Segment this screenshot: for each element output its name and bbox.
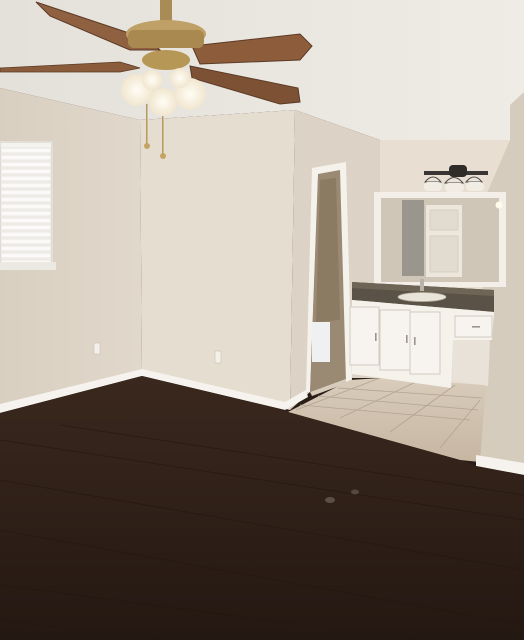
blind-slat <box>0 161 52 168</box>
floor-reflection-2 <box>351 489 359 495</box>
blind-slat <box>0 189 52 196</box>
room-photo <box>0 0 524 640</box>
blind-slat <box>0 210 52 217</box>
blind-slat <box>0 252 52 259</box>
blind-slat <box>0 168 52 175</box>
blind-slat <box>0 147 52 154</box>
blind-slat <box>0 231 52 238</box>
blind-slat <box>0 154 52 161</box>
window-blinds <box>0 141 56 270</box>
blind-slat <box>0 203 52 210</box>
floor-reflection <box>325 497 335 503</box>
bathroom-doorway <box>306 162 352 396</box>
blind-slat <box>0 175 52 182</box>
wall-outlet-left <box>93 342 101 355</box>
room-scene <box>0 0 524 640</box>
blind-slat <box>0 224 52 231</box>
blind-slat <box>0 217 52 224</box>
blind-slat <box>0 245 52 252</box>
blind-slat <box>0 182 52 189</box>
wall-outlet-center <box>214 350 222 364</box>
blind-slat <box>0 238 52 245</box>
blind-slat <box>0 196 52 203</box>
vanity-cabinet <box>349 279 494 388</box>
vanity-mirror <box>374 192 506 287</box>
